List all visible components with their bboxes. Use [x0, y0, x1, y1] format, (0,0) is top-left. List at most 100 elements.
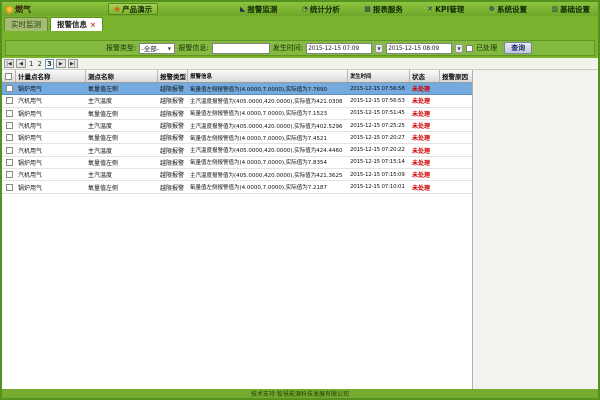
nav-item-basic-settings[interactable]: ▥ 基础设置	[551, 4, 590, 15]
time-from-value: 2015-12-15 07:09	[308, 45, 359, 52]
grid-icon: ▦	[364, 6, 371, 13]
time-from-picker[interactable]: 2015-12-15 07:09	[306, 43, 372, 54]
cell-msg: 主汽温度报警值为(405.0000,420.0000),实际值为421.3625	[188, 169, 348, 180]
column-header-time: 发生时间	[348, 70, 410, 82]
row-checkbox[interactable]	[6, 110, 13, 117]
nav-item-report-service[interactable]: ▦ 报表服务	[364, 4, 403, 15]
cell-type: 越限报警	[158, 157, 188, 168]
cell-point: 锅炉用气	[16, 132, 86, 143]
brand-label: 燃气	[15, 4, 31, 15]
product-demo-label: 产品演示	[122, 4, 152, 15]
time-to-picker[interactable]: 2015-12-15 08:09	[386, 43, 452, 54]
nav-item-statistics[interactable]: ◔ 统计分析	[302, 4, 340, 15]
product-demo-button[interactable]: ◉ 产品演示	[108, 3, 158, 15]
footer-text: 技术支持:智慧能源科技发展有限公司	[251, 389, 349, 398]
table-row[interactable]: 汽机用气主汽温度越限报警主汽温度报警值为(405.0000,420.0000),…	[2, 120, 472, 132]
row-checkbox-cell	[2, 108, 16, 119]
cell-sensor: 氧量值左侧	[86, 83, 158, 94]
cell-type: 越限报警	[158, 132, 188, 143]
table-row[interactable]: 锅炉用气氧量值左侧越限报警氧量值左侧报警值为(4.0000,7.0000),实际…	[2, 181, 472, 193]
footer-bar: 技术支持:智慧能源科技发展有限公司	[2, 389, 598, 398]
cell-type: 越限报警	[158, 83, 188, 94]
column-header-sensor: 测点名称	[86, 70, 158, 82]
table-row[interactable]: 锅炉用气氧量值左侧越限报警氧量值左侧报警值为(4.0000,7.0000),实际…	[2, 157, 472, 169]
chevron-down-icon[interactable]: ▼	[455, 44, 463, 53]
alarm-info-label: 报警信息:	[178, 43, 208, 53]
cell-status: 未处理	[410, 132, 440, 143]
row-checkbox-cell	[2, 83, 16, 94]
archive-icon: ▥	[551, 6, 558, 13]
cell-type: 越限报警	[158, 181, 188, 192]
cell-msg: 氧量值左侧报警值为(4.0000,7.0000),实际值为7.8354	[188, 157, 348, 168]
chevron-down-icon[interactable]: ▼	[375, 44, 383, 53]
cell-time: 2015-12-15 07:51:45	[348, 108, 410, 119]
nav-label: 报警监测	[247, 4, 277, 15]
table-row[interactable]: 锅炉用气氧量值左侧越限报警氧量值左侧报警值为(4.0000,7.0000),实际…	[2, 108, 472, 120]
cell-time: 2015-12-15 07:20:22	[348, 144, 410, 155]
row-checkbox[interactable]	[6, 159, 13, 166]
query-button[interactable]: 查询	[504, 42, 532, 54]
table-header: 计量点名称 测点名称 报警类型 报警信息 发生时间 状态 报警原因	[2, 70, 472, 83]
page-number-1[interactable]: 1	[28, 60, 34, 68]
cell-point: 汽机用气	[16, 144, 86, 155]
table-row[interactable]: 汽机用气主汽温度越限报警主汽温度报警值为(405.0000,420.0000),…	[2, 169, 472, 181]
cell-msg: 主汽温度报警值为(405.0000,420.0000),实际值为402.5296	[188, 120, 348, 131]
row-checkbox[interactable]	[6, 184, 13, 191]
cell-sensor: 氧量值左侧	[86, 108, 158, 119]
nav-item-alarm-monitoring[interactable]: ◣ 报警监测	[240, 4, 277, 15]
page-number-3-current[interactable]: 3	[45, 59, 54, 69]
row-checkbox-cell	[2, 132, 16, 143]
nav-item-kpi[interactable]: ✕ KPI管理	[427, 4, 464, 15]
cell-reason	[440, 181, 472, 192]
row-checkbox-cell	[2, 144, 16, 155]
close-icon[interactable]: ×	[90, 21, 96, 29]
handled-checkbox[interactable]	[466, 45, 473, 52]
alarm-type-select[interactable]: -全部- ▼	[139, 43, 175, 54]
right-empty-panel	[472, 70, 598, 392]
cell-time: 2015-12-15 07:10:01	[348, 181, 410, 192]
cell-time: 2015-12-15 07:56:53	[348, 95, 410, 106]
row-checkbox[interactable]	[6, 122, 13, 129]
nav-item-system-settings[interactable]: ☸ 系统设置	[489, 4, 527, 15]
cell-reason	[440, 157, 472, 168]
cell-reason	[440, 169, 472, 180]
table-row[interactable]: 汽机用气主汽温度越限报警主汽温度报警值为(405.0000,420.0000),…	[2, 95, 472, 107]
cell-status: 未处理	[410, 157, 440, 168]
table-row[interactable]: 汽机用气主汽温度越限报警主汽温度报警值为(405.0000,420.0000),…	[2, 144, 472, 156]
cell-status: 未处理	[410, 144, 440, 155]
cell-point: 汽机用气	[16, 169, 86, 180]
cell-status: 未处理	[410, 108, 440, 119]
next-page-button[interactable]: ▶	[56, 59, 66, 68]
cell-sensor: 氧量值左侧	[86, 181, 158, 192]
table-row[interactable]: 锅炉用气氧量值左侧越限报警氧量值左侧报警值为(4.0000,7.0000),实际…	[2, 132, 472, 144]
row-checkbox[interactable]	[6, 97, 13, 104]
chevron-down-icon[interactable]: ▼	[165, 44, 173, 53]
row-checkbox[interactable]	[6, 134, 13, 141]
tab-realtime-monitoring[interactable]: 实时监测	[4, 17, 48, 31]
row-checkbox-cell	[2, 120, 16, 131]
cell-reason	[440, 83, 472, 94]
row-checkbox[interactable]	[6, 147, 13, 154]
cell-type: 越限报警	[158, 108, 188, 119]
cell-sensor: 主汽温度	[86, 169, 158, 180]
alarm-info-input[interactable]	[212, 43, 270, 54]
tab-alarm-info[interactable]: 报警信息 ×	[50, 17, 103, 31]
select-all-checkbox[interactable]	[5, 73, 12, 80]
column-header-point: 计量点名称	[16, 70, 86, 82]
row-checkbox[interactable]	[6, 85, 13, 92]
row-checkbox-cell	[2, 169, 16, 180]
cell-point: 锅炉用气	[16, 157, 86, 168]
cell-reason	[440, 120, 472, 131]
gear-icon: ☸	[489, 6, 495, 13]
page-number-2[interactable]: 2	[36, 60, 42, 68]
last-page-button[interactable]: ▶|	[68, 59, 78, 68]
cell-time: 2015-12-15 07:15:14	[348, 157, 410, 168]
table-row[interactable]: 锅炉用气氧量值左侧越限报警氧量值左侧报警值为(4.0000,7.0000),实际…	[2, 83, 472, 95]
prev-page-button[interactable]: ◀	[16, 59, 26, 68]
tab-label: 报警信息	[57, 19, 87, 30]
first-page-button[interactable]: |◀	[4, 59, 14, 68]
row-checkbox[interactable]	[6, 171, 13, 178]
flame-icon	[5, 4, 15, 14]
row-checkbox-cell	[2, 181, 16, 192]
cell-sensor: 主汽温度	[86, 95, 158, 106]
